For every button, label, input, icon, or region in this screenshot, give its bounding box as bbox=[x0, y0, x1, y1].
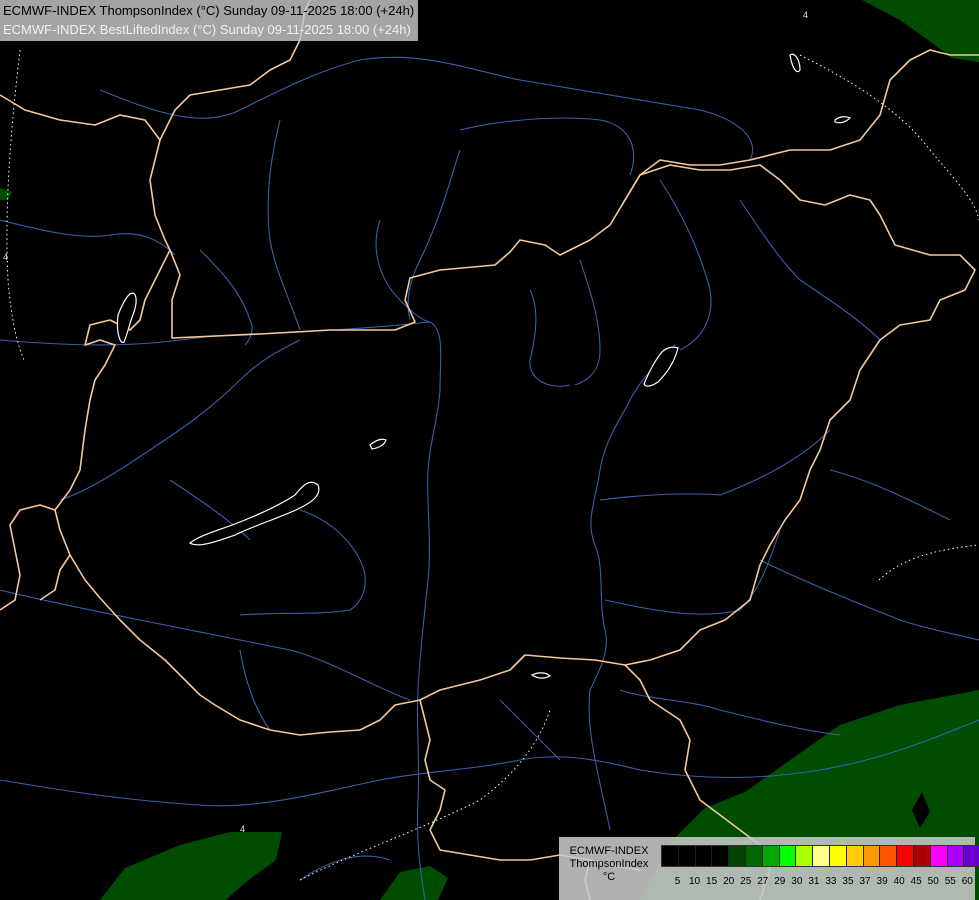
legend-swatch bbox=[947, 846, 965, 866]
legend-tick-label: 60 bbox=[961, 876, 973, 887]
legend-swatch bbox=[745, 846, 763, 866]
isoline-label-west: 4 bbox=[3, 252, 8, 262]
legend-swatch bbox=[729, 846, 746, 866]
legend-swatch bbox=[779, 846, 797, 866]
legend-swatch bbox=[846, 846, 864, 866]
legend-tick-labels: 5 10 15 20 25 27 29 30 31 33 35 37 39 40 45 50 55 60 bbox=[669, 876, 976, 888]
legend-tick-label: 39 bbox=[876, 876, 888, 887]
legend-tick-label: 25 bbox=[740, 876, 752, 887]
legend-swatch bbox=[897, 846, 914, 866]
legend-tick-label: 27 bbox=[757, 876, 769, 887]
legend-tick-label: 33 bbox=[825, 876, 837, 887]
legend-tick-label: 30 bbox=[791, 876, 803, 887]
legend-title: ECMWF-INDEX ThompsonIndex °C bbox=[563, 845, 655, 884]
legend-tick-label: 45 bbox=[910, 876, 922, 887]
legend-tick-label: 35 bbox=[842, 876, 854, 887]
legend-swatch bbox=[964, 846, 979, 866]
legend-swatch bbox=[762, 846, 780, 866]
legend-tick-label: 15 bbox=[706, 876, 718, 887]
legend-parameter-label: ThompsonIndex bbox=[569, 858, 649, 870]
legend-tick-label: 10 bbox=[689, 876, 701, 887]
legend-unit-label: °C bbox=[602, 871, 616, 883]
legend-swatch bbox=[829, 846, 847, 866]
legend-swatch bbox=[796, 846, 814, 866]
legend-tick-label: 40 bbox=[893, 876, 905, 887]
legend-swatch bbox=[712, 846, 730, 866]
legend-swatch bbox=[913, 846, 931, 866]
color-legend: ECMWF-INDEX ThompsonIndex °C 5 10 15 20 25 27… bbox=[559, 837, 979, 900]
isoline-label-northeast: 4 bbox=[803, 10, 808, 20]
legend-tick-label: 37 bbox=[859, 876, 871, 887]
isoline-label-south: 4 bbox=[240, 824, 245, 834]
legend-swatch bbox=[930, 846, 948, 866]
map-title-best-lifted-index: ECMWF-INDEX BestLiftedIndex (°C) Sunday … bbox=[3, 22, 411, 37]
legend-tick-label: 20 bbox=[723, 876, 735, 887]
legend-swatch bbox=[662, 846, 679, 866]
legend-swatch bbox=[863, 846, 881, 866]
legend-tick-label: 31 bbox=[808, 876, 820, 887]
legend-tick-label: 55 bbox=[944, 876, 956, 887]
legend-swatch bbox=[695, 846, 713, 866]
legend-swatch bbox=[678, 846, 696, 866]
legend-swatch bbox=[880, 846, 898, 866]
map-title-box: ECMWF-INDEX ThompsonIndex (°C) Sunday 09… bbox=[0, 0, 419, 41]
legend-tick-label: 5 bbox=[674, 876, 681, 887]
legend-model-label: ECMWF-INDEX bbox=[569, 845, 649, 857]
legend-tick-label: 50 bbox=[927, 876, 939, 887]
legend-tick-label: 29 bbox=[774, 876, 786, 887]
weather-map: 4 4 4 bbox=[0, 0, 979, 900]
legend-swatch bbox=[813, 846, 830, 866]
map-title-thompson-index: ECMWF-INDEX ThompsonIndex (°C) Sunday 09… bbox=[3, 3, 415, 18]
legend-color-scale bbox=[661, 845, 979, 867]
